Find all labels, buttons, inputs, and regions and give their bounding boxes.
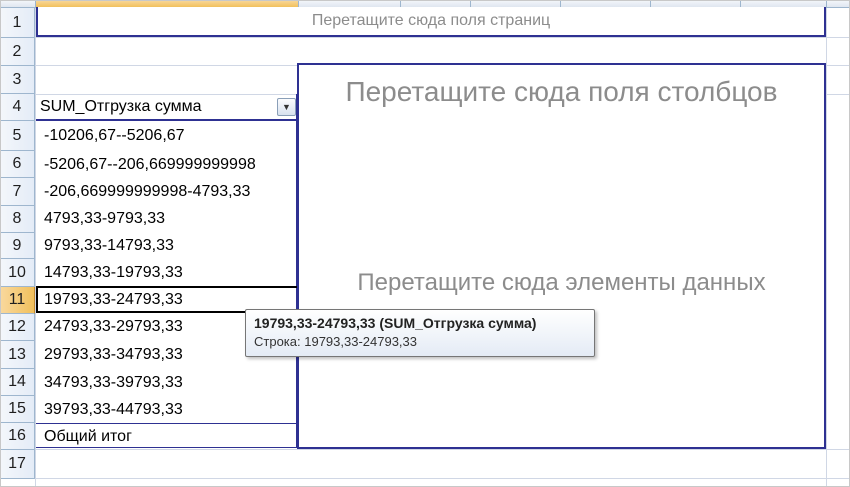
column-separator [826, 0, 827, 7]
pivot-row-item[interactable]: 39793,33-44793,33 [36, 396, 296, 423]
field-dropdown-button[interactable]: ▼ [277, 98, 296, 116]
column-separator [298, 0, 299, 7]
row-header[interactable]: 17 [0, 450, 35, 479]
gridline-horizontal [36, 37, 850, 38]
data-items-drop-zone[interactable]: Перетащите сюда элементы данных [297, 118, 826, 449]
column-separator [560, 0, 561, 7]
column-fields-drop-zone[interactable]: Перетащите сюда поля столбцов [297, 63, 826, 120]
column-separator [650, 0, 651, 7]
row-header[interactable]: 8 [0, 206, 35, 233]
column-separator [400, 0, 401, 7]
row-header[interactable]: 2 [0, 38, 35, 66]
pivot-row-item[interactable]: 4793,33-9793,33 [36, 205, 296, 232]
row-header[interactable]: 15 [0, 396, 35, 423]
grand-total-label[interactable]: Общий итог [36, 423, 296, 449]
row-header[interactable]: 7 [0, 178, 35, 206]
row-header[interactable]: 9 [0, 233, 35, 259]
column-header-a[interactable] [36, 0, 298, 7]
row-header[interactable]: 16 [0, 423, 35, 450]
row-header[interactable]: 5 [0, 121, 35, 151]
pivot-row-item[interactable]: 9793,33-14793,33 [36, 232, 296, 259]
row-header[interactable]: 14 [0, 369, 35, 396]
page-fields-drop-zone[interactable]: Перетащите сюда поля страниц [36, 7, 826, 37]
pivot-row-item[interactable]: -5206,67--206,669999999998 [36, 151, 296, 178]
tooltip-title: 19793,33-24793,33 (SUM_Отгрузка сумма) [254, 315, 537, 331]
row-header[interactable]: 12 [0, 314, 35, 341]
row-header[interactable]: 4 [0, 94, 35, 121]
row-header[interactable]: 13 [0, 341, 35, 369]
column-separator [740, 0, 741, 7]
row-header[interactable]: 1 [0, 8, 35, 38]
pivot-row-item[interactable]: 34793,33-39793,33 [36, 369, 296, 396]
gridline-vertical [826, 8, 827, 487]
gridline-horizontal [36, 449, 850, 450]
pivot-row-item[interactable]: -206,669999999998-4793,33 [36, 178, 296, 205]
triangle-down-icon: ▼ [282, 102, 291, 112]
gridline-horizontal [36, 478, 850, 479]
pivot-row-item[interactable]: 14793,33-19793,33 [36, 259, 296, 286]
row-header[interactable]: 10 [0, 259, 35, 287]
column-separator [35, 0, 36, 7]
row-header[interactable]: 3 [0, 66, 35, 94]
spreadsheet: 1 2 3 4 5 6 7 8 9 10 11 12 13 14 15 16 1… [0, 0, 850, 487]
column-separator [470, 0, 471, 7]
row-header[interactable]: 6 [0, 151, 35, 178]
pivot-row-item[interactable]: -10206,67--5206,67 [36, 121, 296, 151]
row-field-label: SUM_Отгрузка сумма [40, 97, 202, 115]
item-tooltip: 19793,33-24793,33 (SUM_Отгрузка сумма) С… [245, 309, 595, 357]
row-header-active[interactable]: 11 [0, 287, 35, 314]
row-field-header[interactable]: SUM_Отгрузка сумма [36, 94, 297, 121]
tooltip-body: Строка: 19793,33-24793,33 [254, 334, 418, 349]
